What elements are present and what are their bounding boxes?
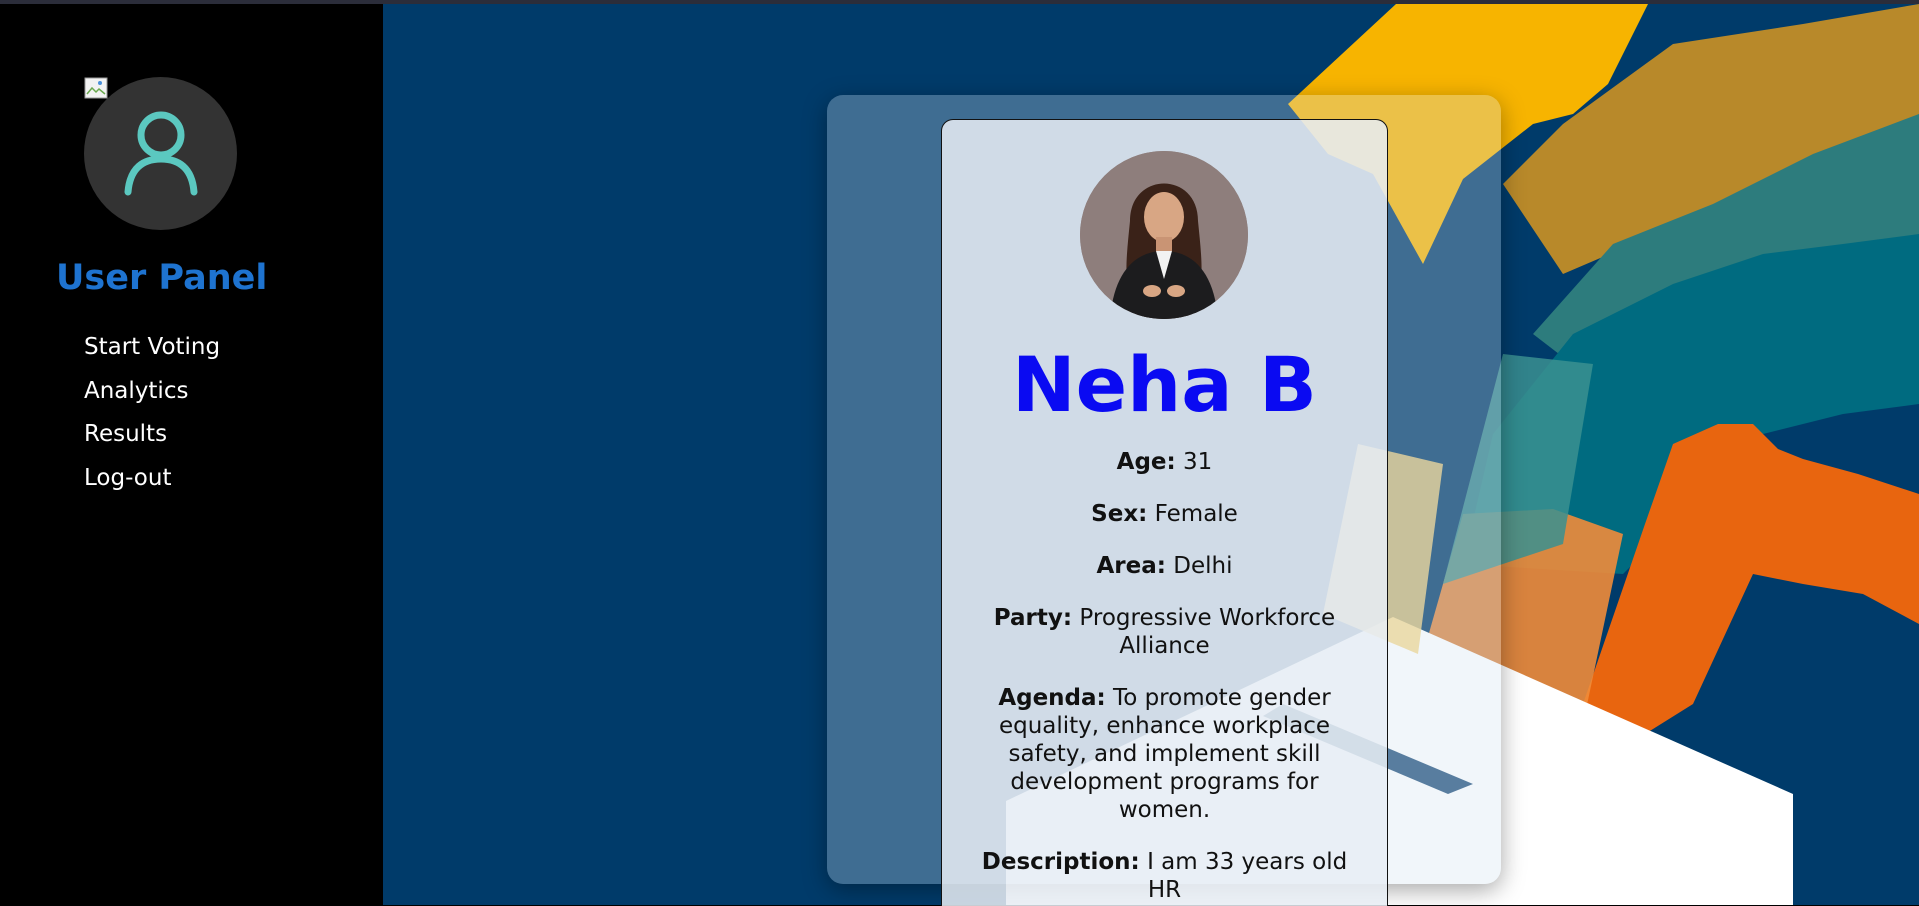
field-sex-label: Sex: bbox=[1091, 501, 1148, 527]
user-icon bbox=[124, 111, 198, 196]
field-party-label: Party: bbox=[993, 605, 1073, 631]
candidate-card: Neha B Age: 31 Sex: Female Area: Delhi P… bbox=[941, 119, 1388, 906]
panel-title: User Panel bbox=[56, 258, 268, 298]
field-sex: Sex: Female bbox=[972, 500, 1357, 528]
field-age-label: Age: bbox=[1116, 449, 1176, 475]
window-top-border bbox=[0, 0, 1919, 4]
sidebar-item-results[interactable]: Results bbox=[84, 417, 220, 461]
field-age: Age: 31 bbox=[972, 448, 1357, 476]
sidebar-nav: Start Voting Analytics Results Log-out bbox=[84, 330, 220, 504]
field-area-label: Area: bbox=[1096, 553, 1166, 579]
field-agenda-label: Agenda: bbox=[998, 685, 1106, 711]
avatar bbox=[84, 77, 237, 230]
candidate-details: Age: 31 Sex: Female Area: Delhi Party: P… bbox=[972, 448, 1357, 906]
sidebar-item-log-out[interactable]: Log-out bbox=[84, 461, 220, 505]
field-agenda: Agenda: To promote gender equality, enha… bbox=[972, 684, 1357, 824]
sidebar-item-analytics[interactable]: Analytics bbox=[84, 374, 220, 418]
sidebar: User Panel Start Voting Analytics Result… bbox=[0, 4, 383, 905]
broken-image-icon bbox=[84, 77, 108, 99]
field-description-label: Description: bbox=[981, 849, 1140, 875]
candidate-photo bbox=[1080, 151, 1248, 319]
field-age-value: 31 bbox=[1183, 449, 1213, 475]
field-area-value: Delhi bbox=[1173, 553, 1233, 579]
field-description: Description: I am 33 years old HR bbox=[972, 848, 1357, 904]
field-party-value: Progressive Workforce Alliance bbox=[1079, 605, 1336, 659]
field-description-value: I am 33 years old HR bbox=[1147, 849, 1348, 903]
field-area: Area: Delhi bbox=[972, 552, 1357, 580]
field-sex-value: Female bbox=[1154, 501, 1238, 527]
candidate-name: Neha B bbox=[1012, 340, 1317, 429]
sidebar-item-start-voting[interactable]: Start Voting bbox=[84, 330, 220, 374]
field-party: Party: Progressive Workforce Alliance bbox=[972, 604, 1357, 660]
